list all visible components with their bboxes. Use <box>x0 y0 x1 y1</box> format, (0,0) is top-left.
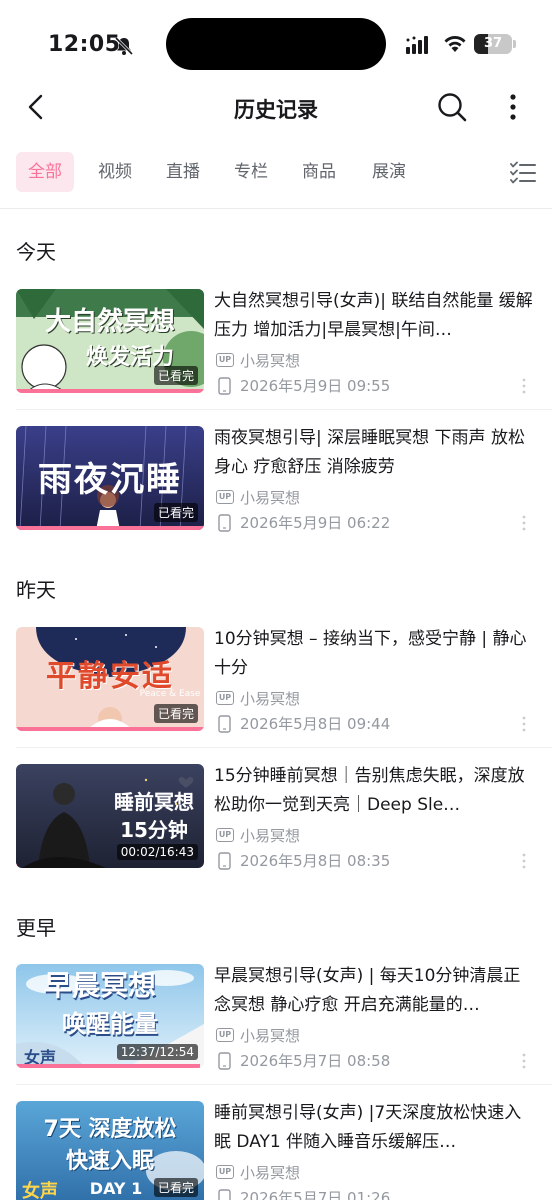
up-badge: UP <box>216 691 234 705</box>
watch-progress-time: 12:37/12:54 <box>116 1044 198 1060</box>
tab-video[interactable]: 视频 <box>86 152 144 192</box>
phone-device-icon <box>218 1189 231 1200</box>
tab-live[interactable]: 直播 <box>154 152 212 192</box>
section-header-yesterday: 昨天 <box>16 578 56 602</box>
watch-time: 2026年5月7日 08:58 <box>240 1052 391 1070</box>
history-item[interactable]: 睡前冥想 15分钟 00:02/16:43 15分钟睡前冥想｜告别焦虑失眠，深度… <box>0 764 552 884</box>
up-badge: UP <box>216 490 234 504</box>
thumbnail-tag: 女声 <box>22 1181 58 1200</box>
thumbnail-title: 大自然冥想 <box>44 307 175 337</box>
thumbnail-subtitle: 唤醒能量 <box>62 1010 158 1038</box>
watch-status-badge: 已看完 <box>153 366 198 385</box>
item-more-icon[interactable] <box>520 1052 528 1070</box>
tab-goods[interactable]: 商品 <box>290 152 348 192</box>
video-title[interactable]: 雨夜冥想引导| 深层睡眠冥想 下雨声 放松身心 疗愈舒压 消除疲劳 <box>214 424 536 482</box>
uploader-name[interactable]: 小易冥想 <box>240 688 300 709</box>
item-divider <box>16 747 552 748</box>
battery-cap <box>513 40 516 48</box>
thumbnail-title: 早晨冥想 <box>43 969 156 1002</box>
tab-show[interactable]: 展演 <box>360 152 418 192</box>
video-thumbnail[interactable]: 睡前冥想 15分钟 00:02/16:43 <box>16 764 204 868</box>
history-item[interactable]: 平静安适 Peace & Ease 已看完 10分钟冥想 – 接纳当下，感受宁静… <box>0 625 552 748</box>
uploader-name[interactable]: 小易冥想 <box>240 825 300 846</box>
more-vertical-icon[interactable] <box>500 92 526 122</box>
history-item[interactable]: 7天 深度放松 快速入眠 女声 DAY 1 已看完 睡前冥想引导(女声) |7天… <box>0 1101 552 1200</box>
watch-progress-bar <box>16 526 204 530</box>
item-more-icon[interactable] <box>520 852 528 870</box>
watch-time: 2026年5月9日 09:55 <box>240 377 391 395</box>
tab-bar: 全部 视频 直播 专栏 商品 展演 <box>0 152 552 194</box>
thumbnail-title: 睡前冥想 <box>114 790 194 814</box>
uploader-name[interactable]: 小易冥想 <box>240 350 300 371</box>
thumbnail-title: 7天 深度放松 <box>43 1117 177 1142</box>
video-title[interactable]: 大自然冥想引导(女声)| 联结自然能量 缓解压力 增加活力|早晨冥想|午间… <box>214 287 536 345</box>
thumbnail-subtitle: 快速入眠 <box>65 1149 154 1174</box>
watch-progress-bar <box>16 1064 201 1068</box>
video-thumbnail[interactable]: 雨夜沉睡 已看完 <box>16 426 204 530</box>
video-title[interactable]: 早晨冥想引导(女声) | 每天10分钟清晨正念冥想 静心疗愈 开启充满能量的… <box>214 962 536 1020</box>
status-time: 12:05 <box>48 32 121 57</box>
uploader-name[interactable]: 小易冥想 <box>240 1025 300 1046</box>
battery-label: 37 <box>483 36 503 51</box>
watch-status-badge: 已看完 <box>153 503 198 522</box>
phone-device-icon <box>218 377 231 395</box>
history-item[interactable]: 雨夜沉睡 已看完 雨夜冥想引导| 深层睡眠冥想 下雨声 放松身心 疗愈舒压 消除… <box>0 426 552 546</box>
bell-slash-icon <box>114 36 134 56</box>
section-header-earlier: 更早 <box>16 916 56 940</box>
video-title[interactable]: 睡前冥想引导(女声) |7天深度放松快速入眠 DAY1 伴随入睡音乐缓解压… <box>214 1099 536 1157</box>
tab-all[interactable]: 全部 <box>16 152 74 192</box>
uploader-name[interactable]: 小易冥想 <box>240 1162 300 1183</box>
watch-progress-time: 00:02/16:43 <box>116 844 198 860</box>
phone-device-icon <box>218 1052 231 1070</box>
tab-column[interactable]: 专栏 <box>222 152 280 192</box>
up-badge: UP <box>216 353 234 367</box>
video-thumbnail[interactable]: 7天 深度放松 快速入眠 女声 DAY 1 已看完 <box>16 1101 204 1200</box>
item-divider <box>16 409 552 410</box>
cellular-signal-icon <box>406 36 428 54</box>
watch-time: 2026年5月8日 08:35 <box>240 852 391 870</box>
watch-status-badge: 已看完 <box>153 1178 198 1197</box>
history-item[interactable]: 早晨冥想 唤醒能量 女声 12:37/12:54 早晨冥想引导(女声) | 每天… <box>0 962 552 1085</box>
wifi-icon <box>444 36 466 52</box>
up-badge: UP <box>216 1028 234 1042</box>
video-title[interactable]: 10分钟冥想 – 接纳当下，感受宁静 | 静心十分 <box>214 625 536 683</box>
filter-list-icon[interactable] <box>510 161 536 185</box>
watch-time: 2026年5月9日 06:22 <box>240 514 391 532</box>
video-thumbnail[interactable]: 大自然冥想 焕发活力 已看完 <box>16 289 204 393</box>
battery-indicator: 37 <box>474 34 512 54</box>
phone-device-icon <box>218 852 231 870</box>
watch-progress-bar <box>16 727 204 731</box>
watch-time: 2026年5月7日 01:26 <box>240 1189 391 1200</box>
video-title[interactable]: 15分钟睡前冥想｜告别焦虑失眠，深度放松助你一觉到天亮｜Deep Sle… <box>214 762 536 820</box>
history-item[interactable]: 大自然冥想 焕发活力 已看完 大自然冥想引导(女声)| 联结自然能量 缓解压力 … <box>0 287 552 410</box>
tabs-divider <box>0 208 552 209</box>
watch-time: 2026年5月8日 09:44 <box>240 715 391 733</box>
uploader-name[interactable]: 小易冥想 <box>240 487 300 508</box>
item-more-icon[interactable] <box>520 715 528 733</box>
thumbnail-title: 雨夜沉睡 <box>38 460 182 500</box>
up-badge: UP <box>216 828 234 842</box>
status-bar: 12:05 37 <box>0 0 552 80</box>
page-title: 历史记录 <box>234 98 318 122</box>
item-more-icon[interactable] <box>520 377 528 395</box>
phone-device-icon <box>218 715 231 733</box>
thumbnail-subtitle: Peace & Ease <box>139 689 201 699</box>
up-badge: UP <box>216 1165 234 1179</box>
thumbnail-day: DAY 1 <box>89 1179 143 1198</box>
phone-device-icon <box>218 514 231 532</box>
dynamic-island <box>166 18 386 70</box>
video-thumbnail[interactable]: 平静安适 Peace & Ease 已看完 <box>16 627 204 731</box>
watch-progress-bar <box>16 389 204 393</box>
watch-status-badge: 已看完 <box>153 704 198 723</box>
section-header-today: 今天 <box>16 240 56 264</box>
item-more-icon[interactable] <box>520 514 528 532</box>
search-icon[interactable] <box>436 91 468 123</box>
item-divider <box>16 1084 552 1085</box>
thumbnail-subtitle: 15分钟 <box>120 818 188 842</box>
nav-bar: 历史记录 <box>0 80 552 136</box>
video-thumbnail[interactable]: 早晨冥想 唤醒能量 女声 12:37/12:54 <box>16 964 204 1068</box>
